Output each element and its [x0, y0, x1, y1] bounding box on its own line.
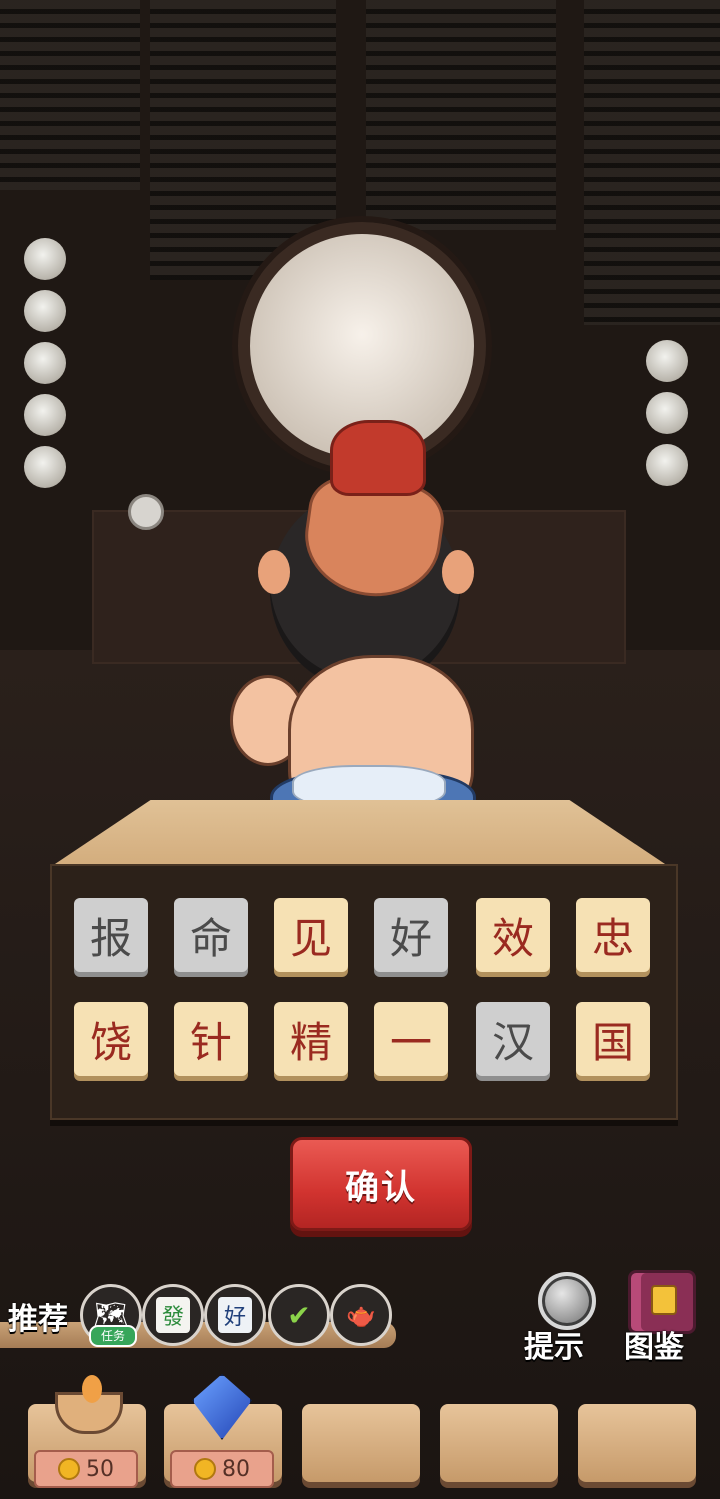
character[interactable] [210, 420, 480, 860]
coin-icon [194, 1458, 216, 1480]
window-blind [366, 0, 556, 230]
price-tag: 50 [34, 1450, 138, 1488]
inventory-slot[interactable] [440, 1404, 558, 1482]
price-value: 50 [86, 1456, 114, 1482]
task-map-icon[interactable]: 🗺 任务 [80, 1284, 142, 1347]
recommend-label: 推荐 [8, 1302, 68, 1337]
book-gem-icon [651, 1285, 677, 1315]
char-tile[interactable]: 报 [74, 898, 148, 972]
lantern [24, 342, 66, 384]
inventory-slot[interactable] [578, 1404, 696, 1482]
character-ear [442, 550, 474, 594]
mahjong-hao-tile-icon[interactable]: 好 [204, 1284, 266, 1346]
char-tile[interactable]: 见 [274, 898, 348, 972]
confirm-button[interactable]: 确认 [290, 1137, 472, 1231]
char-tile[interactable]: 忠 [576, 898, 650, 972]
char-tile[interactable]: 饶 [74, 1002, 148, 1076]
character-ear [258, 550, 290, 594]
lantern [24, 290, 66, 332]
window-blind [0, 0, 140, 190]
mahjong-fa-tile-icon[interactable]: 發 [142, 1284, 204, 1346]
char-tile[interactable]: 一 [374, 1002, 448, 1076]
coin-icon [58, 1458, 80, 1480]
table-top [52, 800, 668, 866]
fa-tile-glyph: 發 [155, 1297, 190, 1333]
window-blind [584, 0, 720, 325]
hao-tile-glyph: 好 [217, 1297, 252, 1333]
char-tile[interactable]: 命 [174, 898, 248, 972]
atlas-label[interactable]: 图鉴 [624, 1322, 684, 1366]
lantern [24, 394, 66, 436]
char-tile[interactable]: 国 [576, 1002, 650, 1076]
char-tile[interactable]: 精 [274, 1002, 348, 1076]
blue-crystal-check-icon[interactable]: ✔ [268, 1284, 330, 1346]
char-tile[interactable]: 汉 [476, 1002, 550, 1076]
alarm-clock-icon [128, 494, 164, 530]
lantern [646, 392, 688, 434]
lantern [646, 444, 688, 486]
teapot-glyph-icon: 🫖 [346, 1301, 376, 1329]
check-icon: ✔ [287, 1298, 311, 1332]
task-badge: 任务 [89, 1325, 137, 1347]
inventory-slot[interactable] [302, 1404, 420, 1482]
lantern [646, 340, 688, 382]
tile-board: 报 命 见 好 效 忠 饶 针 精 一 汉 国 [50, 864, 678, 1120]
lantern [24, 446, 66, 488]
char-tile[interactable]: 好 [374, 898, 448, 972]
lantern [24, 238, 66, 280]
game-scene [0, 0, 720, 1499]
price-value: 80 [222, 1456, 250, 1482]
teapot-icon[interactable]: 🫖 [330, 1284, 392, 1346]
char-tile[interactable]: 效 [476, 898, 550, 972]
flame-icon [82, 1375, 102, 1403]
price-tag: 80 [170, 1450, 274, 1488]
character-bandana [330, 420, 426, 496]
hint-label[interactable]: 提示 [524, 1322, 584, 1366]
char-tile[interactable]: 针 [174, 1002, 248, 1076]
